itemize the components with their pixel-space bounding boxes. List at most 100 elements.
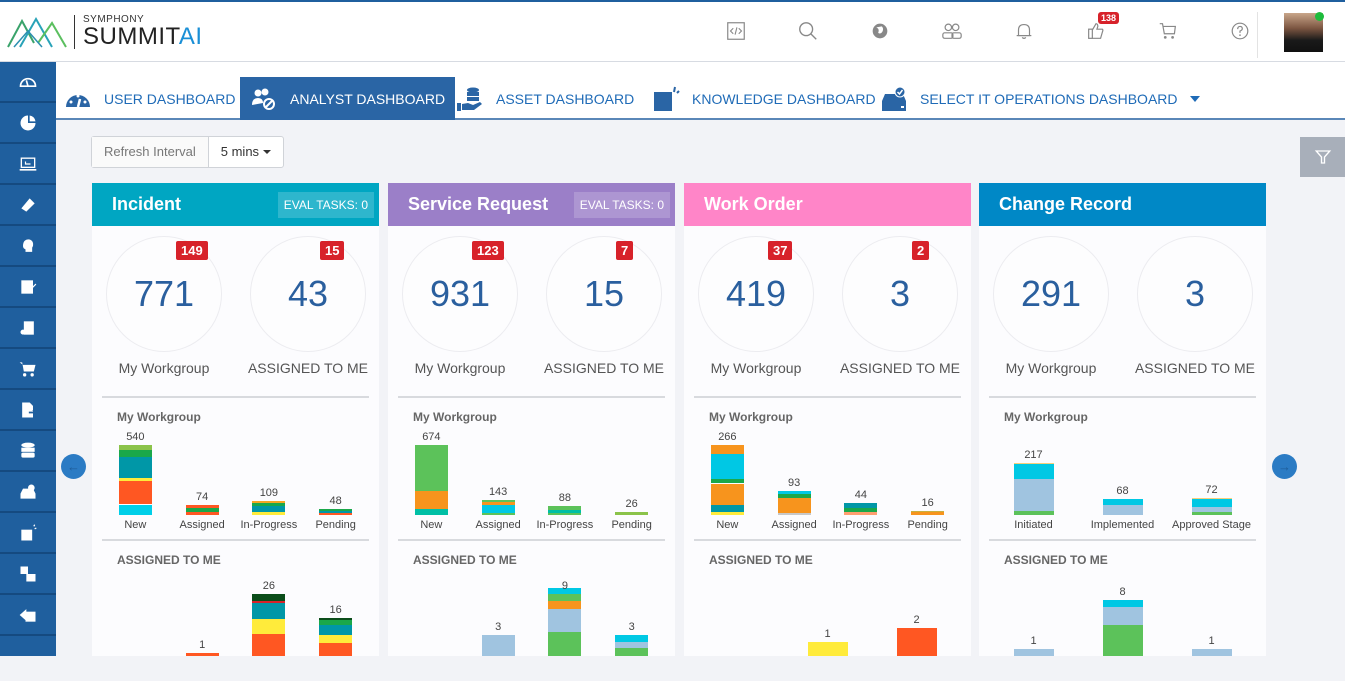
bar-segment[interactable] [319,512,353,515]
assigned-count-circle[interactable]: 15 [546,236,662,352]
bar-segment[interactable] [777,497,811,513]
bar-segment[interactable] [548,594,582,602]
bar-segment[interactable] [319,642,353,656]
tab-analyst-dashboard[interactable]: ANALYST DASHBOARD [240,77,456,120]
bar-segment[interactable] [844,511,878,515]
tab-knowledge-dashboard[interactable]: KNOWLEDGE DASHBOARD [652,77,876,120]
bar-segment[interactable] [118,477,152,482]
bar-segment[interactable] [710,483,744,505]
eval-tasks-badge[interactable]: EVAL TASKS: 0 [277,191,374,218]
bar-segment[interactable] [252,618,286,635]
bar-segment[interactable] [185,512,219,515]
bar-segment[interactable] [844,508,878,512]
bar-segment[interactable] [615,635,649,642]
bar-segment[interactable] [548,512,582,515]
sidebar-item-export[interactable] [0,390,56,431]
card-title[interactable]: Change Record [999,194,1132,215]
globe-button[interactable] [844,14,916,48]
bar-segment[interactable] [252,594,286,602]
bar-segment[interactable] [185,508,219,513]
tab-asset-dashboard[interactable]: ASSET DASHBOARD [456,77,634,120]
bar-segment[interactable] [319,635,353,643]
bar-segment[interactable] [481,502,515,505]
bar-segment[interactable] [710,478,744,484]
bar-segment[interactable] [414,509,448,515]
bar-segment[interactable] [252,601,286,604]
bar-segment[interactable] [548,510,582,513]
assigned-count-circle[interactable]: 3 [1137,236,1253,352]
card-title[interactable]: Service Request [408,194,548,215]
overdue-count-badge[interactable]: 7 [616,241,634,260]
bar-segment[interactable] [615,647,649,656]
bar-segment[interactable] [896,628,937,656]
sidebar-item-monitor[interactable] [0,144,56,185]
tab-it-operations-dropdown[interactable]: SELECT IT OPERATIONS DASHBOARD [880,77,1200,120]
bar-segment[interactable] [252,502,286,506]
overdue-count-badge[interactable]: 123 [472,241,504,260]
sidebar-item-it-operations[interactable] [0,472,56,513]
card-title[interactable]: Work Order [704,194,803,215]
sidebar-item-catalog[interactable] [0,349,56,390]
bar-segment[interactable] [1191,649,1232,656]
bar-segment[interactable] [319,619,353,626]
bar-segment[interactable] [1102,606,1143,626]
bar-segment[interactable] [844,503,878,509]
workgroup-count-circle[interactable]: 291 [993,236,1109,352]
bar-segment[interactable] [319,508,353,511]
bar-segment[interactable] [1191,507,1232,513]
bar-segment[interactable] [710,445,744,455]
bar-segment[interactable] [118,481,152,505]
overdue-count-badge[interactable]: 15 [320,241,345,260]
bar-segment[interactable] [319,625,353,635]
bar-segment[interactable] [252,603,286,619]
bar-segment[interactable] [807,642,848,656]
bar-segment[interactable] [710,504,744,512]
bar-segment[interactable] [548,632,582,656]
bar-segment[interactable] [481,635,515,656]
bar-segment[interactable] [777,494,811,498]
bar-segment[interactable] [615,512,649,515]
sidebar-item-assets[interactable] [0,431,56,472]
bar-segment[interactable] [481,504,515,513]
help-button[interactable] [1204,14,1276,48]
overdue-count-badge[interactable]: 2 [912,241,930,260]
bar-segment[interactable] [548,601,582,609]
sidebar-item-tickets[interactable] [0,185,56,226]
tab-user-dashboard[interactable]: USER DASHBOARD [64,77,235,120]
bar-segment[interactable] [548,608,582,633]
bar-segment[interactable] [1013,464,1054,479]
bar-segment[interactable] [911,510,945,513]
bar-segment[interactable] [319,617,353,620]
bar-segment[interactable] [710,511,744,515]
overdue-count-badge[interactable]: 149 [176,241,208,260]
bar-segment[interactable] [710,454,744,465]
refresh-interval-select[interactable]: 5 mins [209,137,283,167]
eval-tasks-badge[interactable]: EVAL TASKS: 0 [573,191,670,218]
bar-segment[interactable] [118,504,152,515]
bar-segment[interactable] [252,512,286,515]
bar-segment[interactable] [615,641,649,648]
filter-button[interactable] [1300,137,1345,177]
sidebar-item-dashboard[interactable] [0,62,56,103]
sidebar-item-integrations[interactable] [0,554,56,595]
bar-segment[interactable] [1102,505,1143,515]
bar-segment[interactable] [185,505,219,509]
bar-segment[interactable] [118,445,152,450]
scroll-right-button[interactable]: → [1272,454,1297,479]
overdue-count-badge[interactable]: 37 [768,241,793,260]
bar-segment[interactable] [1102,625,1143,656]
bar-segment[interactable] [911,512,945,515]
bar-segment[interactable] [1102,498,1143,506]
bar-segment[interactable] [1013,649,1054,656]
bar-segment[interactable] [481,512,515,515]
bar-segment[interactable] [710,464,744,479]
bar-segment[interactable] [1191,497,1232,499]
sidebar-item-back[interactable] [0,595,56,636]
bar-segment[interactable] [548,505,582,511]
users-button[interactable] [916,14,988,48]
bar-segment[interactable] [252,634,286,656]
bar-segment[interactable] [252,500,286,503]
sidebar-item-requests[interactable] [0,267,56,308]
bar-segment[interactable] [118,449,152,457]
bar-segment[interactable] [777,512,811,515]
